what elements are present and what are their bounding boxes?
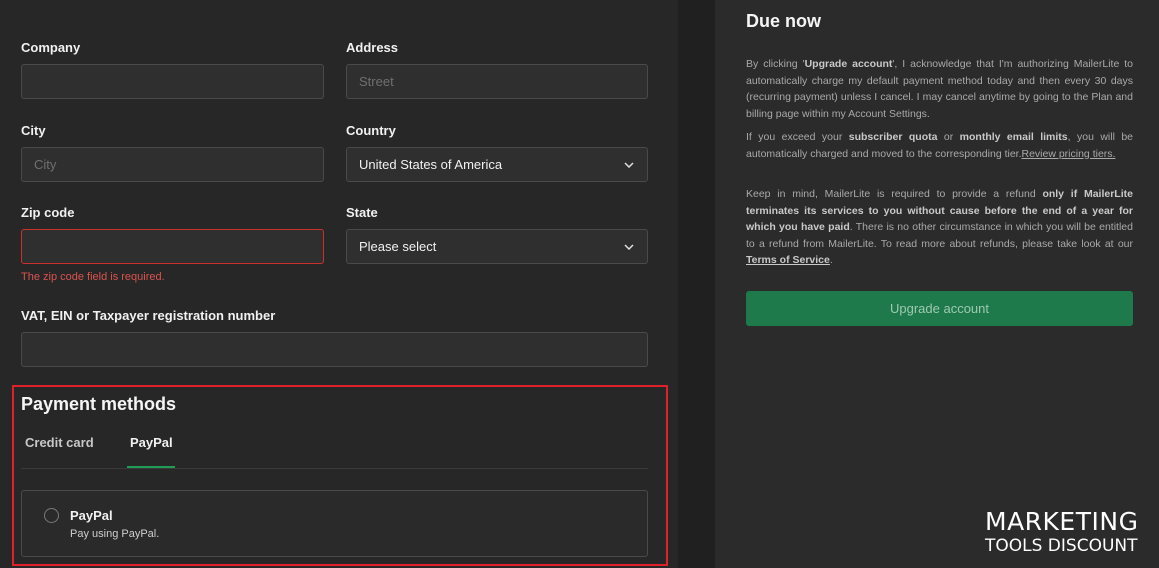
country-select[interactable]: United States of America [346,147,648,182]
quota-text: If you exceed your subscriber quota or m… [746,131,1134,160]
zip-error-message: The zip code field is required. [21,271,165,283]
address-label: Address [346,40,399,55]
payment-methods-title: Payment methods [21,394,177,414]
zip-label: Zip code [21,205,75,220]
tab-credit-card[interactable]: Credit card [25,435,94,450]
watermark-logo: MARKETING TOOLS DISCOUNT [985,507,1150,557]
review-pricing-link[interactable]: Review pricing tiers. [1022,148,1116,160]
terms-of-service-link[interactable]: Terms of Service [746,254,830,266]
chevron-down-icon [623,241,635,253]
watermark-line-2: TOOLS DISCOUNT [985,536,1138,556]
paypal-option-title: PayPal [70,508,113,523]
city-label: City [21,123,46,138]
company-label: Company [21,40,81,55]
upgrade-account-button[interactable]: Upgrade account [746,291,1133,326]
state-select[interactable]: Please select [346,229,648,264]
tabs-divider [21,468,648,469]
watermark-line-1: MARKETING [985,507,1139,536]
paypal-option[interactable]: PayPal Pay using PayPal. [21,490,648,557]
country-label: Country [346,123,396,138]
refund-text: Keep in mind, MailerLite is required to … [746,188,1133,266]
chevron-down-icon [623,159,635,171]
radio-icon[interactable] [44,508,59,523]
company-input[interactable] [21,64,324,99]
zip-input[interactable] [21,229,324,264]
state-value: Please select [359,239,437,254]
address-input[interactable]: Street [346,64,648,99]
active-tab-indicator [127,466,175,468]
vat-label: VAT, EIN or Taxpayer registration number [21,308,276,323]
authorization-text: By clicking 'Upgrade account', I acknowl… [746,58,1133,120]
pane-divider [678,0,715,568]
state-label: State [346,205,378,220]
due-now-title: Due now [746,11,821,31]
country-value: United States of America [359,157,503,172]
paypal-option-description: Pay using PayPal. [70,528,160,540]
city-input[interactable]: City [21,147,324,182]
tab-paypal[interactable]: PayPal [130,435,173,450]
vat-input[interactable] [21,332,648,367]
